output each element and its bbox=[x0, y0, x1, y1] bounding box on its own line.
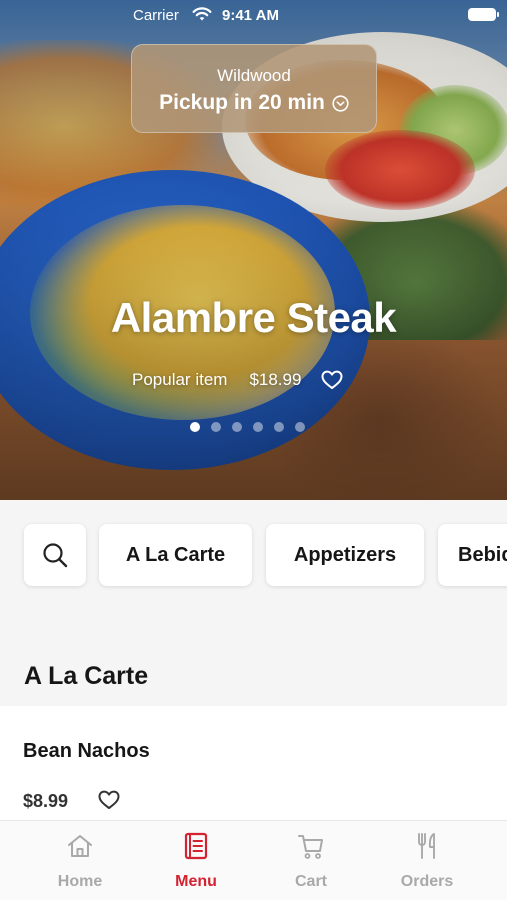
carousel-dot[interactable] bbox=[190, 422, 200, 432]
carousel-dot[interactable] bbox=[253, 422, 263, 432]
category-chip-bebidas[interactable]: Bebidas bbox=[438, 524, 507, 586]
tab-label: Cart bbox=[294, 873, 327, 890]
fork-knife-icon bbox=[418, 833, 435, 859]
carousel-dot[interactable] bbox=[232, 422, 242, 432]
heart-icon[interactable] bbox=[98, 790, 120, 810]
category-chip-a-la-carte[interactable]: A La Carte bbox=[99, 524, 252, 586]
menu-item-card[interactable]: Bean Nachos $8.99 bbox=[0, 706, 507, 820]
featured-item-name[interactable]: Alambre Steak bbox=[0, 294, 507, 342]
menu-item-price: $8.99 bbox=[23, 791, 69, 811]
tab-home[interactable]: Home bbox=[30, 831, 130, 893]
home-icon bbox=[68, 835, 92, 857]
search-button[interactable] bbox=[24, 524, 86, 586]
carousel-dot[interactable] bbox=[211, 422, 221, 432]
tab-orders[interactable]: Orders bbox=[377, 831, 477, 893]
category-chip-appetizers[interactable]: Appetizers bbox=[266, 524, 424, 586]
category-strip[interactable]: A La Carte Appetizers Bebidas bbox=[0, 500, 507, 640]
carousel-dot[interactable] bbox=[295, 422, 305, 432]
menu-book-icon bbox=[184, 832, 208, 860]
pickup-eta: Pickup in 20 min bbox=[159, 91, 325, 114]
section-title: A La Carte bbox=[24, 662, 149, 690]
tab-label: Orders bbox=[400, 873, 454, 890]
cart-icon bbox=[298, 835, 323, 859]
chevron-down-circle-icon bbox=[332, 94, 349, 112]
search-icon bbox=[43, 543, 68, 568]
featured-item-tag: Popular item bbox=[132, 370, 228, 389]
status-bar: Carrier 9:41 AM bbox=[0, 0, 507, 30]
carrier-label: Carrier bbox=[133, 7, 179, 24]
tab-cart[interactable]: Cart bbox=[261, 831, 361, 893]
carousel-indicator[interactable] bbox=[190, 422, 305, 434]
tab-label: Home bbox=[57, 873, 103, 890]
hero-banner[interactable]: Carrier 9:41 AM Wildwood Pickup in 20 mi… bbox=[0, 0, 507, 500]
wifi-icon bbox=[192, 7, 212, 21]
featured-item-meta: Popular item $18.99 bbox=[132, 368, 343, 392]
heart-icon[interactable] bbox=[321, 370, 343, 390]
menu-item-name: Bean Nachos bbox=[23, 740, 150, 762]
store-name: Wildwood bbox=[217, 66, 291, 85]
carousel-dot[interactable] bbox=[274, 422, 284, 432]
clock-label: 9:41 AM bbox=[222, 7, 279, 24]
pickup-selector[interactable]: Wildwood Pickup in 20 min bbox=[131, 44, 377, 133]
featured-item-price: $18.99 bbox=[249, 370, 302, 389]
bottom-tab-bar: Home Menu Cart Orders bbox=[0, 820, 507, 900]
tab-menu[interactable]: Menu bbox=[146, 831, 246, 893]
tab-label: Menu bbox=[175, 873, 217, 890]
battery-icon bbox=[468, 8, 499, 21]
